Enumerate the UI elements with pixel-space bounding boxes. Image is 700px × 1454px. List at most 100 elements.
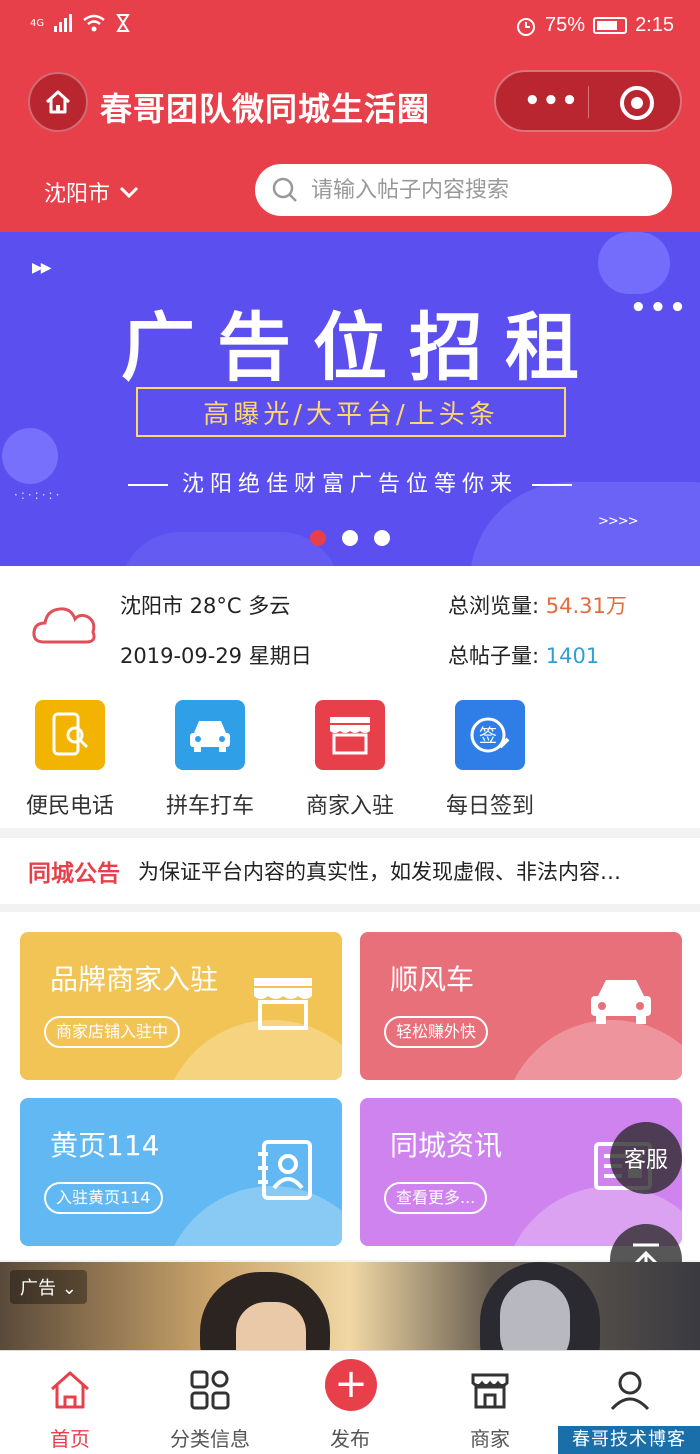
card-title: 黄页114 xyxy=(50,1129,160,1162)
ad-character-image xyxy=(500,1280,570,1350)
home-icon xyxy=(45,1365,95,1415)
search-input[interactable] xyxy=(311,177,651,203)
carousel-dot[interactable] xyxy=(310,530,326,546)
sign-in-icon: 签 xyxy=(455,700,525,770)
info-section: 沈阳市 28°C 多云 2019-09-29 星期日 总浏览量: 54.31万 … xyxy=(0,566,700,828)
tab-label: 分类信息 xyxy=(170,1427,250,1451)
card-badge: 商家店铺入驻中 xyxy=(44,1016,181,1048)
card-badge: 入驻黄页114 xyxy=(44,1182,163,1214)
alarm-icon xyxy=(517,17,536,36)
search-icon xyxy=(272,177,297,202)
shop-icon xyxy=(254,978,312,1030)
status-bar: 4G 75% 2:15 xyxy=(0,0,700,56)
card-badge: 查看更多... xyxy=(384,1182,488,1214)
ad-character-image xyxy=(236,1302,306,1350)
total-views: 总浏览量: 54.31万 xyxy=(448,590,627,620)
card-carpool[interactable]: 顺风车 轻松赚外快 xyxy=(360,932,682,1080)
plus-icon: + xyxy=(325,1359,377,1411)
quick-link-label: 便民电话 xyxy=(25,794,114,819)
phone-search-icon xyxy=(35,700,105,770)
card-brand-merchant[interactable]: 品牌商家入驻 商家店铺入驻中 xyxy=(20,932,342,1080)
card-title: 同城资讯 xyxy=(390,1129,503,1162)
divider xyxy=(532,484,572,486)
tab-merchants[interactable]: 商家 xyxy=(420,1351,560,1454)
tab-home[interactable]: 首页 xyxy=(0,1351,140,1454)
mini-program-capsule: ••• xyxy=(494,70,682,132)
chevrons-decoration: >>>> xyxy=(598,514,639,529)
carousel-dot[interactable] xyxy=(342,530,358,546)
card-title: 顺风车 xyxy=(390,963,475,996)
banner-decoration xyxy=(598,232,670,294)
posts-label: 总帖子量: xyxy=(448,644,540,668)
date-text: 2019-09-29 星期日 xyxy=(120,644,312,668)
ad-label[interactable]: 广告 ⌄ xyxy=(10,1270,87,1304)
clock: 2:15 xyxy=(635,14,674,36)
play-arrows-icon: ▶▶ xyxy=(32,260,51,276)
tab-publish[interactable]: + 发布 xyxy=(280,1351,420,1454)
banner-headline: 广告位招租 xyxy=(121,305,601,391)
quick-link-signin[interactable]: 签 每日签到 xyxy=(425,700,555,820)
chevron-down-icon: ⌄ xyxy=(61,1278,77,1299)
watermark: 春哥技术博客 xyxy=(558,1426,700,1454)
notice-text: 为保证平台内容的真实性，如发现虚假、非法内容… xyxy=(138,860,621,884)
cloud-icon xyxy=(32,607,96,644)
quick-link-label: 商家入驻 xyxy=(305,794,394,819)
store-icon xyxy=(465,1365,515,1415)
battery-percent: 75% xyxy=(545,14,586,36)
posts-value: 1401 xyxy=(545,644,600,668)
views-value: 54.31万 xyxy=(545,594,627,618)
grid-icon xyxy=(185,1365,235,1415)
close-target-icon[interactable] xyxy=(620,86,654,120)
card-decoration xyxy=(502,1020,682,1080)
app-header: 春哥团队微同城生活圈 ••• 沈阳市 xyxy=(0,56,700,232)
quick-link-merchant[interactable]: 商家入驻 xyxy=(285,700,415,820)
signal-icon xyxy=(54,14,73,32)
card-title: 品牌商家入驻 xyxy=(50,963,219,996)
card-yellow-pages[interactable]: 黄页114 入驻黄页114 xyxy=(20,1098,342,1246)
tab-label: 发布 xyxy=(330,1427,370,1451)
tab-label: 商家 xyxy=(470,1427,510,1451)
quick-link-carpool[interactable]: 拼车打车 xyxy=(145,700,275,820)
banner-carousel[interactable]: ▶▶ ••• ·:·:·:· >>>> 广告位招租 高曝光/大平台/上头条 沈阳… xyxy=(0,232,700,566)
wifi-icon xyxy=(83,14,105,32)
carousel-indicators xyxy=(310,530,390,546)
ad-label-text: 广告 xyxy=(20,1278,56,1299)
feature-cards: 品牌商家入驻 商家店铺入驻中 顺风车 轻松赚外快 黄页114 入驻黄页114 同… xyxy=(0,912,700,1260)
total-posts: 总帖子量: 1401 xyxy=(448,640,599,670)
network-type: 4G xyxy=(30,17,45,29)
hourglass-icon xyxy=(116,14,130,32)
weather-text: 沈阳市 28°C 多云 xyxy=(120,594,291,618)
tab-categories[interactable]: 分类信息 xyxy=(140,1351,280,1454)
quick-link-label: 每日签到 xyxy=(445,794,534,819)
customer-service-button[interactable]: 客服 xyxy=(610,1122,682,1194)
city-notice[interactable]: 同城公告 为保证平台内容的真实性，如发现虚假、非法内容… xyxy=(0,838,700,904)
shop-icon xyxy=(315,700,385,770)
carousel-dot[interactable] xyxy=(374,530,390,546)
car-icon xyxy=(591,980,651,1024)
banner-subtitle: 沈阳绝佳财富广告位等你来 xyxy=(0,466,700,498)
battery-icon xyxy=(593,17,628,34)
tab-label: 首页 xyxy=(50,1427,90,1451)
banner-tagline: 高曝光/大平台/上头条 xyxy=(136,387,566,437)
search-bar[interactable] xyxy=(255,164,672,216)
ad-banner[interactable]: 广告 ⌄ xyxy=(0,1262,700,1350)
user-icon xyxy=(605,1365,655,1415)
home-button[interactable] xyxy=(28,72,88,132)
banner-subtitle-text: 沈阳绝佳财富广告位等你来 xyxy=(181,472,518,497)
banner-decoration xyxy=(120,532,340,566)
contact-book-icon xyxy=(258,1140,312,1200)
city-name: 沈阳市 xyxy=(44,182,111,207)
car-icon xyxy=(175,700,245,770)
home-icon xyxy=(45,90,71,114)
svg-text:签: 签 xyxy=(479,726,497,747)
more-icon[interactable]: ••• xyxy=(524,88,580,114)
quick-link-label: 拼车打车 xyxy=(165,794,254,819)
app-title: 春哥团队微同城生活圈 xyxy=(100,90,431,128)
city-selector[interactable]: 沈阳市 xyxy=(44,176,140,208)
chevron-down-icon xyxy=(119,186,139,199)
card-badge: 轻松赚外快 xyxy=(384,1016,489,1048)
capsule-divider xyxy=(588,86,589,118)
divider xyxy=(127,484,168,486)
notice-tag: 同城公告 xyxy=(28,861,120,887)
quick-link-phone[interactable]: 便民电话 xyxy=(5,700,135,820)
